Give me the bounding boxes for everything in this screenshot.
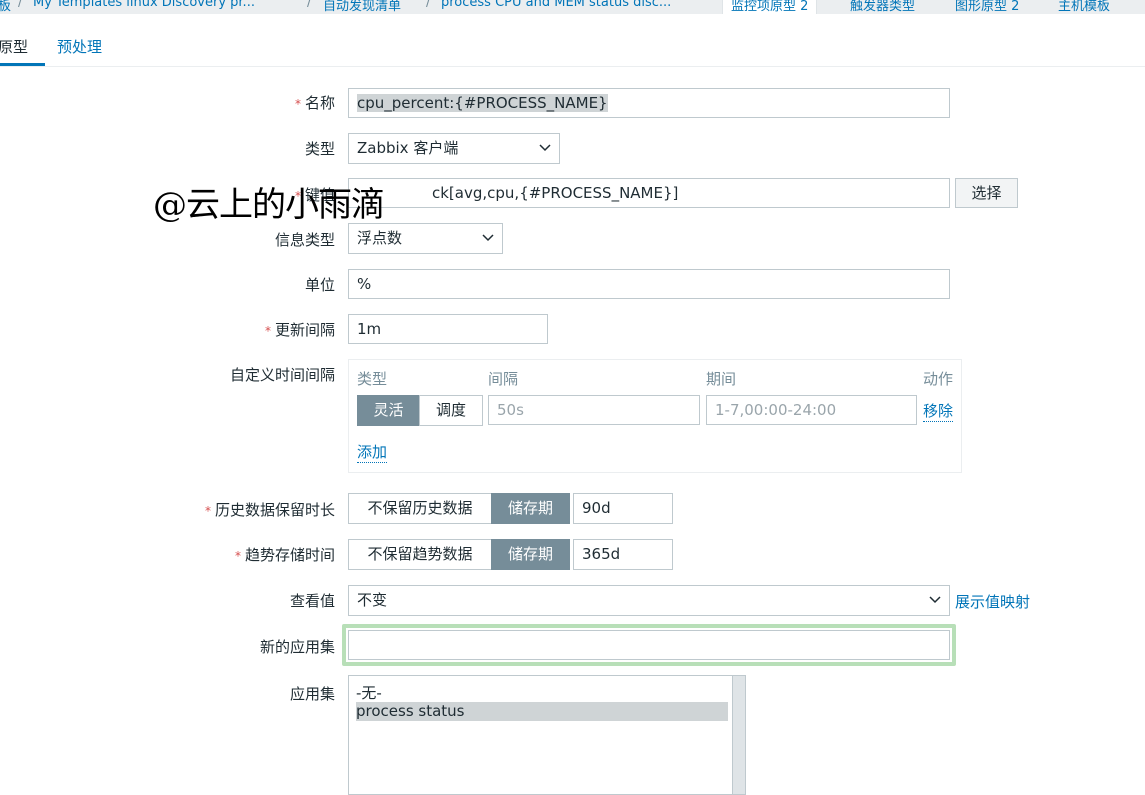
trends-storage-period-toggle[interactable]: 储存期	[491, 539, 570, 570]
select-key-button[interactable]: 选择	[955, 178, 1018, 208]
flexible-toggle[interactable]: 灵活	[357, 395, 420, 426]
tabs-divider	[0, 66, 1145, 67]
info-type-select[interactable]: 浮点数	[348, 223, 503, 254]
period-input[interactable]: 1-7,00:00-24:00	[706, 395, 917, 425]
tab-prototype[interactable]: 原型	[0, 36, 28, 57]
breadcrumb-separator: /	[426, 0, 431, 10]
header-period: 期间	[706, 370, 737, 388]
valuemap-select[interactable]: 不变	[348, 585, 950, 616]
custom-intervals-label: 自定义时间间隔	[229, 366, 335, 384]
tab-graph-prototypes[interactable]: 图形原型 2	[955, 0, 1019, 14]
applications-listbox[interactable]: -无- process status	[348, 675, 746, 795]
listbox-scrollbar[interactable]	[732, 676, 745, 794]
breadcrumb-separator: /	[307, 0, 312, 10]
watermark-text: @云上的小雨滴	[153, 185, 385, 225]
header-interval: 间隔	[488, 370, 519, 388]
tab-host-prototypes[interactable]: 主机模板	[1058, 0, 1110, 14]
breadcrumb-item[interactable]: 板	[0, 0, 11, 14]
valuemap-label: 查看值	[289, 592, 335, 610]
breadcrumb-item[interactable]: My Templates linux Discovery pr...	[33, 0, 255, 10]
key-input[interactable]: ck[avg,cpu,{#PROCESS_NAME}]	[348, 178, 950, 208]
tab-item-prototypes[interactable]: 监控项原型 2	[722, 0, 818, 14]
breadcrumb-item[interactable]: process CPU and MEM status disc...	[441, 0, 671, 10]
type-select[interactable]: Zabbix 客户端	[348, 133, 560, 164]
name-input[interactable]: cpu_percent:{#PROCESS_NAME}	[348, 88, 950, 118]
history-label: * 历史数据保留时长	[204, 501, 335, 519]
breadcrumb-item[interactable]: 自动发现清单	[323, 0, 401, 14]
chevron-down-icon	[482, 224, 494, 242]
show-value-mappings-link[interactable]: 展示值映射	[955, 591, 1030, 612]
update-interval-label: * 更新间隔	[264, 321, 335, 339]
list-item-selected[interactable]: process status	[356, 702, 728, 721]
list-item[interactable]: -无-	[356, 682, 382, 703]
info-type-label: 信息类型	[274, 231, 335, 249]
interval-input[interactable]: 50s	[488, 395, 700, 425]
trends-label: * 趋势存储时间	[234, 546, 335, 564]
breadcrumb: 板 / My Templates linux Discovery pr... /…	[0, 0, 1145, 14]
history-period-input[interactable]: 90d	[573, 493, 673, 524]
new-application-label: 新的应用集	[259, 638, 335, 656]
custom-intervals-table: 类型 间隔 期间 动作 灵活 调度 50s 1-7,00:00-24:00 移除…	[348, 359, 962, 473]
name-label: * 名称	[294, 94, 335, 112]
header-type: 类型	[357, 370, 388, 388]
breadcrumb-separator: /	[18, 0, 23, 10]
trends-period-input[interactable]: 365d	[573, 539, 673, 570]
trends-do-not-keep-toggle[interactable]: 不保留趋势数据	[348, 539, 492, 570]
applications-label: 应用集	[289, 685, 335, 703]
new-application-input[interactable]	[348, 630, 950, 660]
update-interval-input[interactable]: 1m	[348, 314, 548, 344]
remove-interval-link[interactable]: 移除	[923, 400, 954, 422]
scheduling-toggle[interactable]: 调度	[419, 395, 483, 426]
tab-trigger-types[interactable]: 触发器类型	[850, 0, 915, 14]
tab-preprocessing[interactable]: 预处理	[57, 36, 102, 57]
units-label: 单位	[304, 276, 335, 294]
header-action: 动作	[923, 370, 954, 388]
add-interval-link[interactable]: 添加	[357, 441, 388, 463]
chevron-down-icon	[539, 134, 551, 152]
type-label: 类型	[304, 140, 335, 158]
chevron-down-icon	[929, 586, 941, 604]
history-do-not-keep-toggle[interactable]: 不保留历史数据	[348, 493, 492, 524]
units-input[interactable]: %	[348, 269, 950, 299]
history-storage-period-toggle[interactable]: 储存期	[491, 493, 570, 524]
